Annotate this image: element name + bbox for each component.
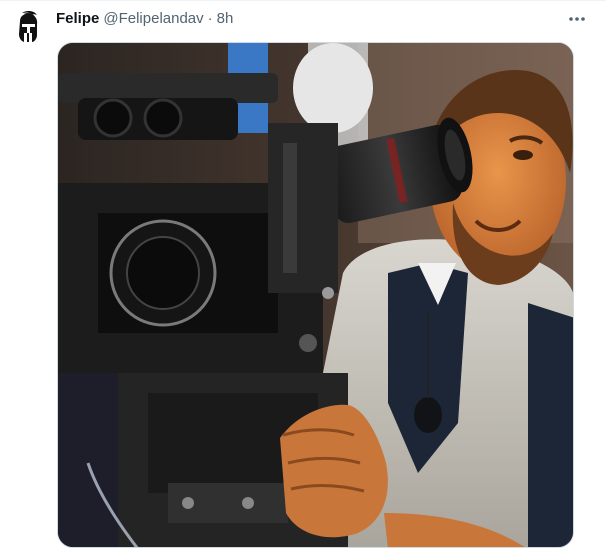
- timestamp[interactable]: 8h: [217, 9, 234, 29]
- photo: [58, 43, 573, 547]
- separator-dot: ·: [207, 10, 213, 27]
- tweet: Felipe @Felipelandav · 8h: [0, 0, 606, 556]
- avatar[interactable]: [10, 9, 46, 45]
- spartan-helmet-icon: [19, 10, 38, 42]
- tweet-photo[interactable]: [57, 42, 574, 548]
- display-name[interactable]: Felipe: [56, 9, 99, 29]
- more-options-button[interactable]: [566, 11, 588, 27]
- more-horizontal-icon: [569, 17, 585, 21]
- user-handle[interactable]: @Felipelandav: [103, 9, 203, 29]
- tweet-header: Felipe @Felipelandav · 8h: [56, 9, 233, 29]
